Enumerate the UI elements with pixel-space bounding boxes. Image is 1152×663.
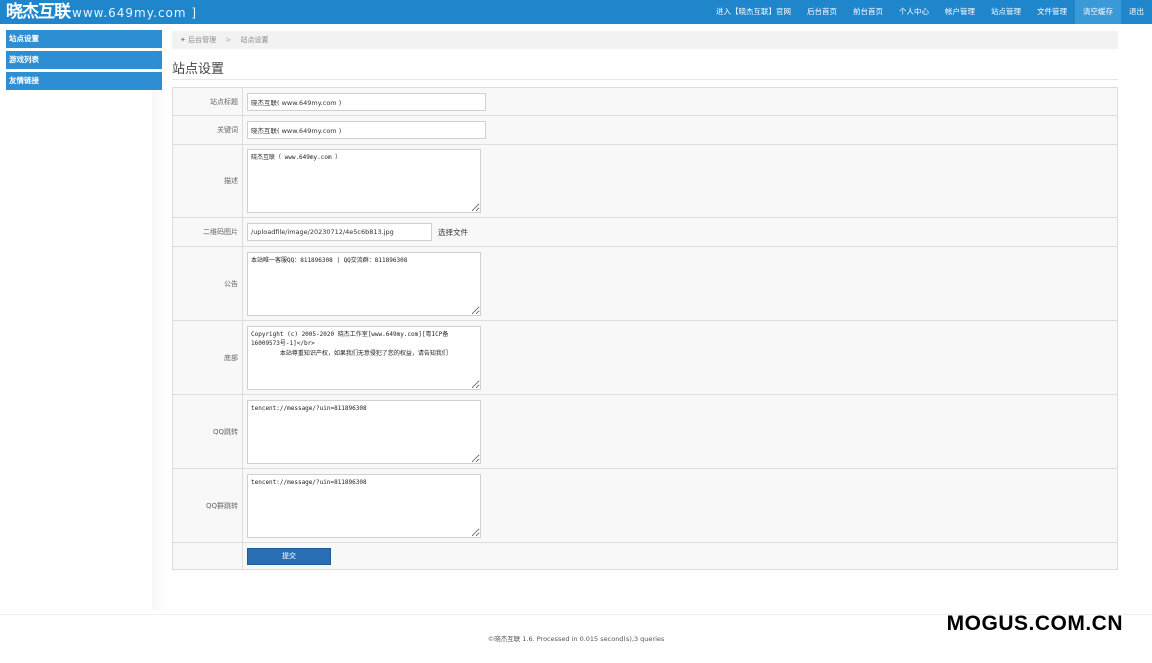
notice-label: 公告 <box>173 247 243 320</box>
sidebar-item-site-settings[interactable]: 站点设置 <box>6 30 162 48</box>
breadcrumb-current: 站点设置 <box>240 36 269 44</box>
footer-textarea[interactable]: Copyright (c) 2005-2020 晓杰工作室[www.649my.… <box>247 325 481 390</box>
page-title: 站点设置 <box>172 62 225 77</box>
notice-textarea[interactable]: 本站唯一客服QQ：811896308 | QQ交流群：811896308 <box>247 251 481 316</box>
keywords-input[interactable] <box>247 121 486 139</box>
nav-admin-home[interactable]: 后台首页 <box>799 0 845 24</box>
brand-logo: 晓杰互联 <box>6 2 71 22</box>
qrcode-path-input[interactable] <box>247 223 432 241</box>
site-title-input[interactable] <box>247 92 486 111</box>
breadcrumb: ✦ 后台管理 > 站点设置 <box>172 31 1118 49</box>
nav-personal-center[interactable]: 个人中心 <box>891 0 937 24</box>
qq-group-link-label: QQ群跳转 <box>173 469 243 542</box>
row-site-title: 站点标题 <box>172 88 1118 116</box>
row-submit: 提交 <box>172 543 1118 570</box>
qrcode-label: 二维码图片 <box>173 218 243 246</box>
row-keywords: 关键词 <box>172 116 1118 145</box>
qq-link-textarea[interactable]: tencent://message/?uin=811896308 <box>247 399 481 464</box>
nav-site-manage[interactable]: 站点管理 <box>983 0 1029 24</box>
sidebar: 站点设置 游戏列表 友情链接 <box>6 30 162 93</box>
row-qq-group-link: QQ群跳转 tencent://message/?uin=811896308 <box>172 469 1118 543</box>
description-textarea[interactable]: 晓杰互联（ www.649my.com ） <box>247 149 481 213</box>
top-navbar: 晓杰互联 www.649my.com ] 进入【晓杰互联】官网 后台首页 前台首页… <box>0 0 1152 24</box>
row-qrcode: 二维码图片 选择文件 <box>172 218 1118 247</box>
nav-clear-cache[interactable]: 清空缓存 <box>1075 0 1121 24</box>
site-settings-form: 站点标题 关键词 描述 晓杰互联（ www.649my.com ） 二维码图片 … <box>172 87 1118 570</box>
breadcrumb-separator: > <box>225 36 232 44</box>
brand-url: www.649my.com ] <box>72 6 198 20</box>
nav-official-site[interactable]: 进入【晓杰互联】官网 <box>708 0 799 24</box>
title-divider <box>172 79 1118 80</box>
row-qq-link: QQ跳转 tencent://message/?uin=811896308 <box>172 395 1118 469</box>
nav-front-home[interactable]: 前台首页 <box>845 0 891 24</box>
sidebar-item-game-list[interactable]: 游戏列表 <box>6 51 162 69</box>
qq-group-link-textarea[interactable]: tencent://message/?uin=811896308 <box>247 473 481 538</box>
top-nav-menu: 进入【晓杰互联】官网 后台首页 前台首页 个人中心 帐户管理 站点管理 文件管理… <box>708 0 1152 24</box>
nav-file-manage[interactable]: 文件管理 <box>1029 0 1075 24</box>
row-description: 描述 晓杰互联（ www.649my.com ） <box>172 145 1118 218</box>
site-title-label: 站点标题 <box>173 88 243 115</box>
watermark-text: MOGUS.COM.CN <box>946 612 1123 635</box>
home-icon: ✦ <box>180 36 186 44</box>
sidebar-shadow <box>152 30 166 610</box>
row-footer: 底部 Copyright (c) 2005-2020 晓杰工作室[www.649… <box>172 321 1118 395</box>
nav-logout[interactable]: 退出 <box>1121 0 1152 24</box>
qq-link-label: QQ跳转 <box>173 395 243 468</box>
footer-label: 底部 <box>173 321 243 394</box>
breadcrumb-home[interactable]: 后台管理 <box>188 36 216 44</box>
choose-file-button[interactable]: 选择文件 <box>438 227 468 238</box>
keywords-label: 关键词 <box>173 116 243 144</box>
submit-button[interactable]: 提交 <box>247 547 331 565</box>
row-notice: 公告 本站唯一客服QQ：811896308 | QQ交流群：811896308 <box>172 247 1118 321</box>
description-label: 描述 <box>173 145 243 217</box>
nav-account-manage[interactable]: 帐户管理 <box>937 0 983 24</box>
brand[interactable]: 晓杰互联 www.649my.com ] <box>6 1 197 23</box>
sidebar-item-friend-links[interactable]: 友情链接 <box>6 72 162 90</box>
